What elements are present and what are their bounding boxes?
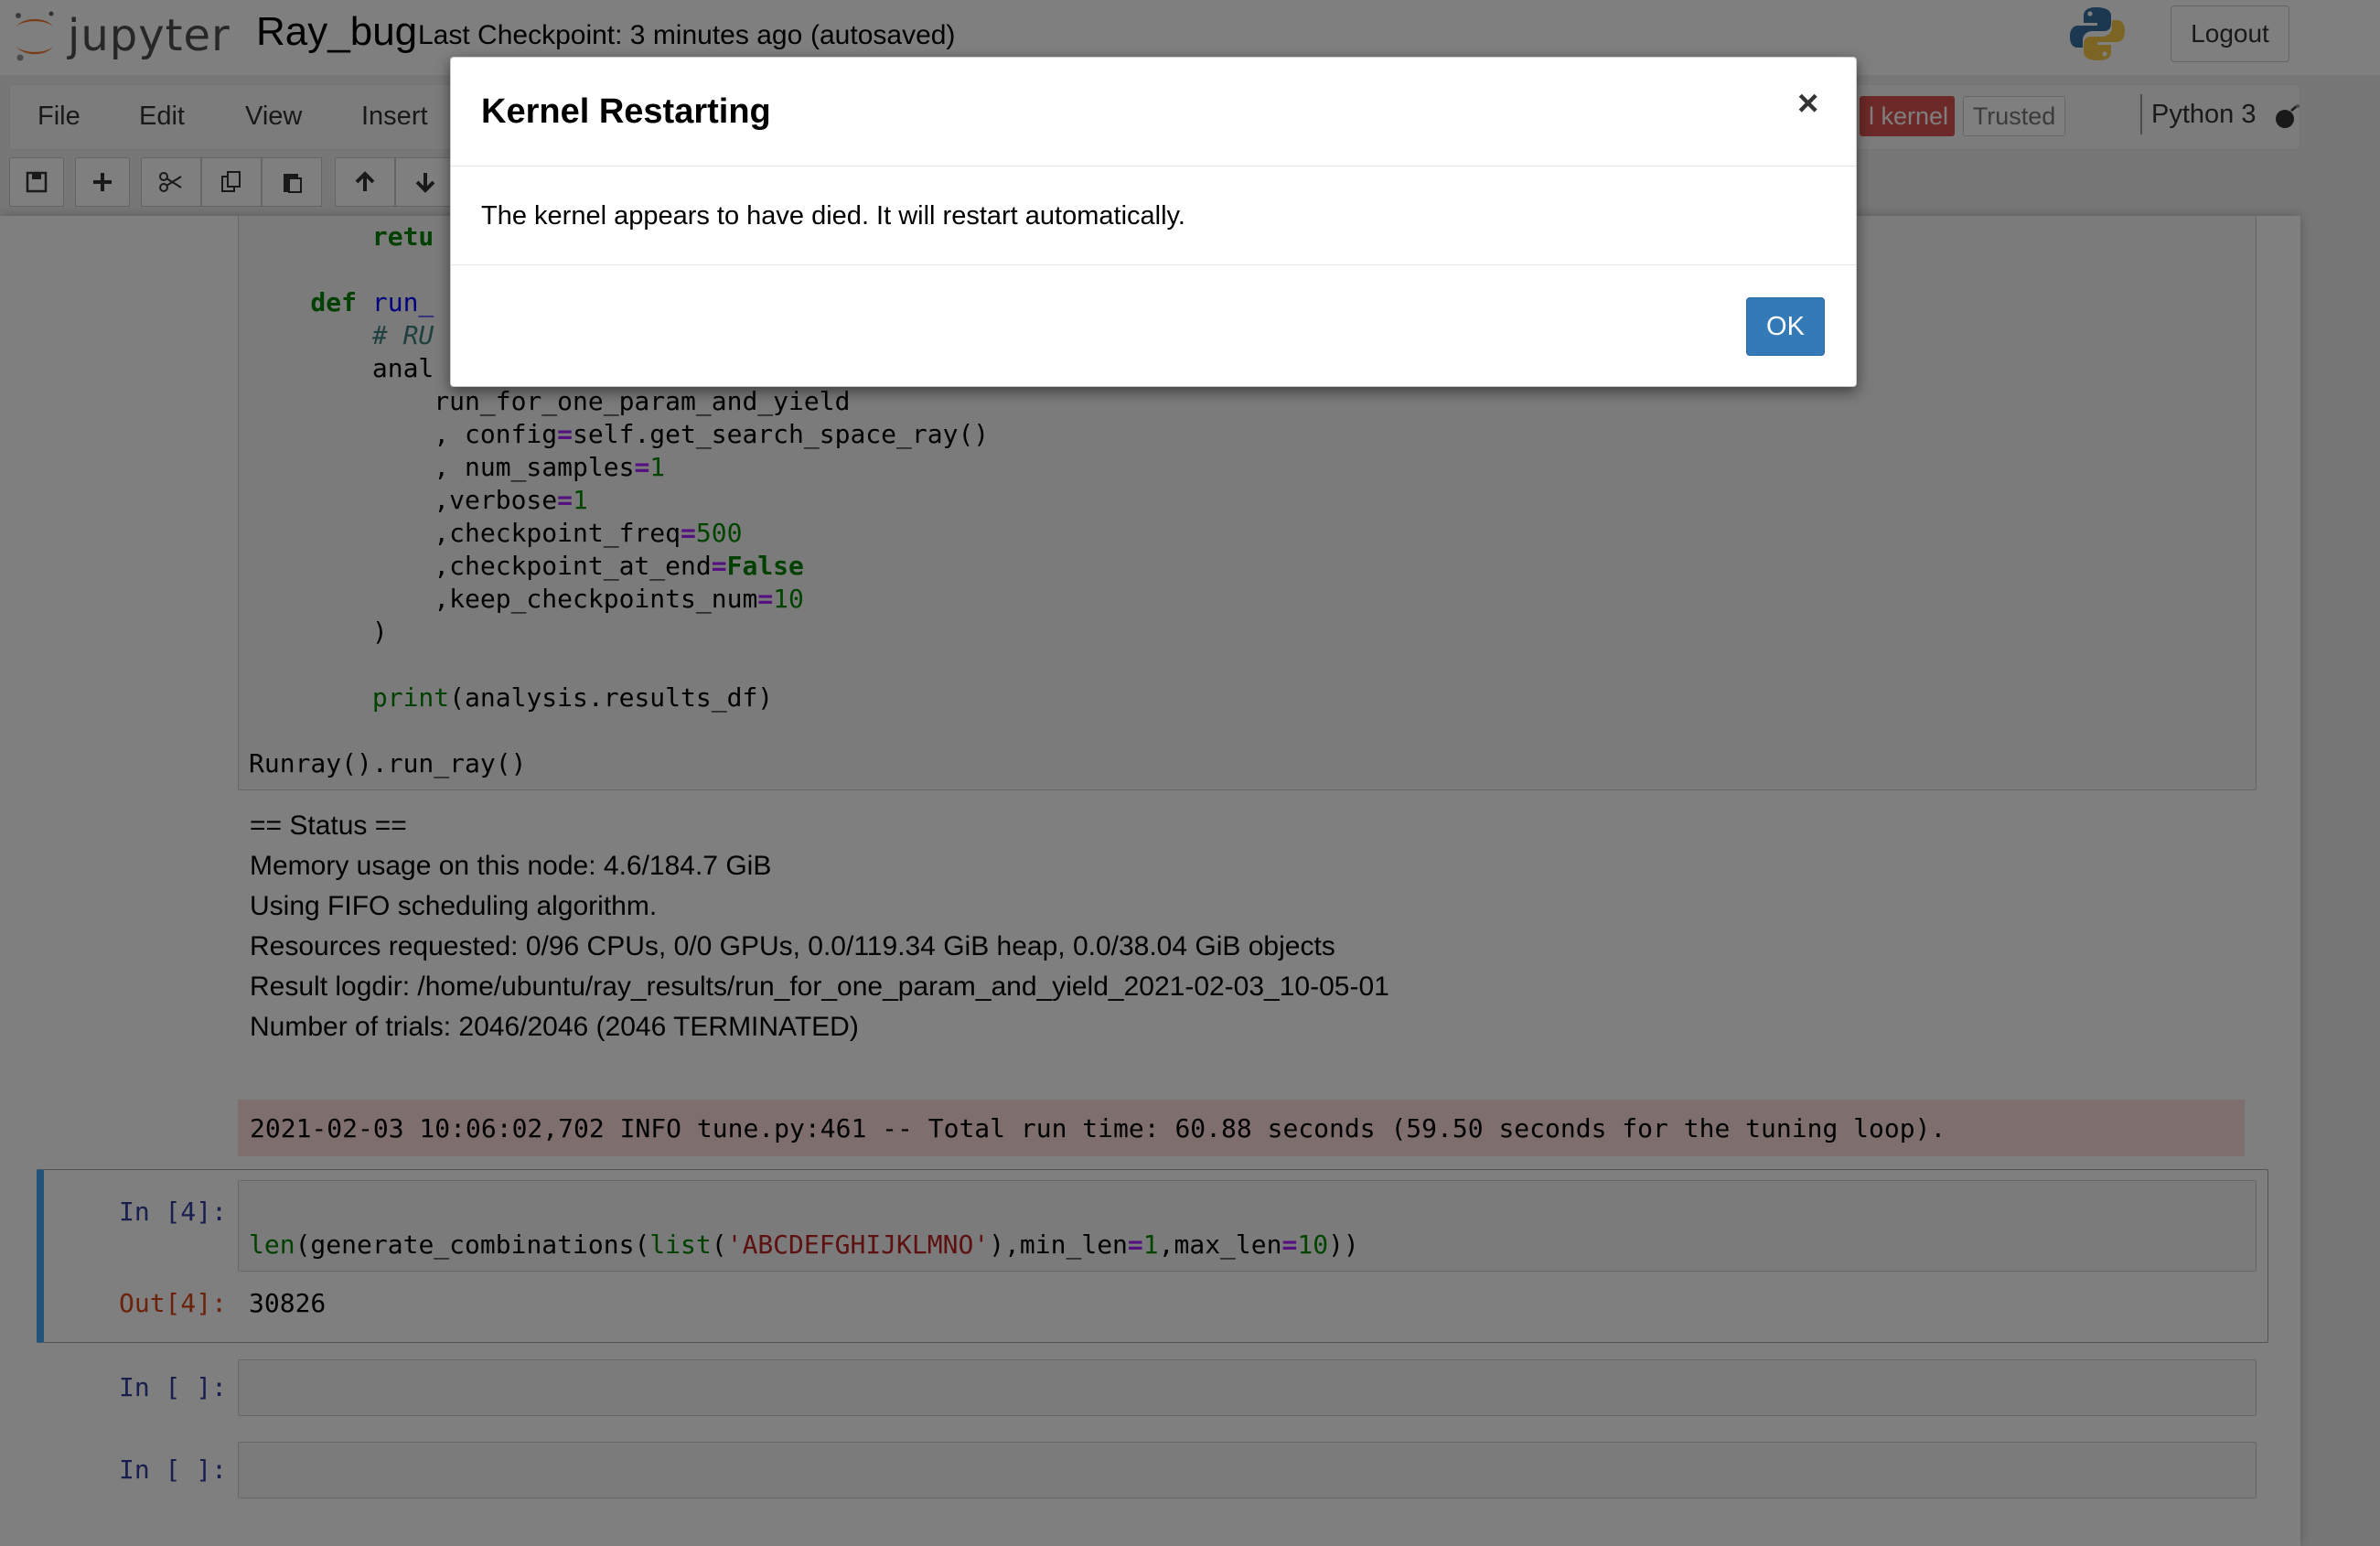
close-icon[interactable]: × <box>1797 83 1818 124</box>
dialog-divider <box>451 264 1856 265</box>
dialog-message: The kernel appears to have died. It will… <box>481 201 1185 231</box>
kernel-restarting-dialog: Kernel Restarting × The kernel appears t… <box>450 57 1857 387</box>
ok-button[interactable]: OK <box>1746 297 1825 356</box>
dialog-title: Kernel Restarting <box>481 92 771 131</box>
